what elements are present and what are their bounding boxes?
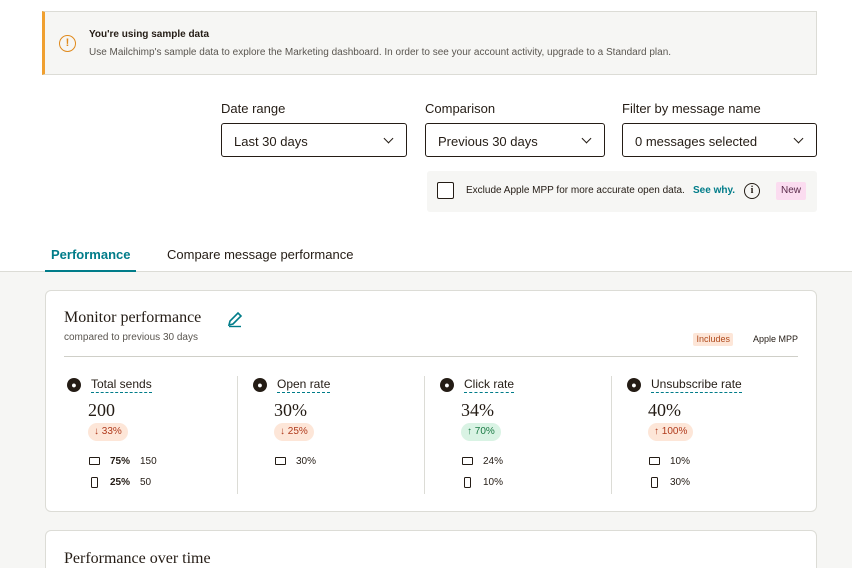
tab-compare-message-performance[interactable]: Compare message performance <box>167 247 353 262</box>
envelope-icon <box>461 457 473 466</box>
exclude-apple-mpp-panel: Exclude Apple MPP for more accurate open… <box>427 171 817 212</box>
row-count: 30% <box>670 477 691 489</box>
performance-over-time-title: Performance over time <box>64 550 211 567</box>
monitor-performance-title: Monitor performance <box>64 309 202 326</box>
tab-performance[interactable]: Performance <box>45 247 137 273</box>
metric-row: 24% <box>461 456 503 467</box>
mailchimp-icon: ● <box>440 378 454 392</box>
row-percent: 75% <box>110 456 131 467</box>
exclude-apple-mpp-text: Exclude Apple MPP for more accurate open… <box>466 185 685 196</box>
warning-circle-icon: ! <box>59 35 76 52</box>
see-why-link[interactable]: See why. <box>693 185 735 196</box>
metric-label[interactable]: Click rate <box>464 377 515 393</box>
info-icon[interactable]: i <box>744 183 760 199</box>
change-value: 70% <box>474 426 495 437</box>
envelope-icon <box>274 457 286 466</box>
date-range-filter: Date range Last 30 days <box>221 101 407 157</box>
metric-unsubscribe-rate: ● Unsubscribe rate 40% ↑ 100% 10% 30% <box>611 376 798 494</box>
metric-total-sends: ● Total sends 200 ↓ 33% 75% 150 25% 50 <box>64 376 251 494</box>
chevron-down-icon <box>581 133 592 144</box>
metric-label[interactable]: Unsubscribe rate <box>651 377 742 393</box>
banner-text: Use Mailchimp's sample data to explore t… <box>89 47 672 58</box>
chevron-down-icon <box>383 133 394 144</box>
sample-data-banner: ! You're using sample data Use Mailchimp… <box>42 11 817 75</box>
envelope-icon <box>88 457 100 466</box>
date-range-select[interactable]: Last 30 days <box>221 123 407 157</box>
row-count: 150 <box>140 456 157 467</box>
change-value: 100% <box>661 426 688 437</box>
metric-open-rate: ● Open rate 30% ↓ 25% 30% <box>237 376 424 494</box>
change-value: 25% <box>287 426 308 437</box>
date-range-value: Last 30 days <box>234 134 308 149</box>
tab-bar: Performance Compare message performance <box>0 239 852 273</box>
change-badge: ↓ 25% <box>274 423 314 441</box>
mobile-icon <box>90 477 98 488</box>
metric-value: 34% <box>461 400 494 420</box>
change-badge: ↓ 33% <box>88 423 128 441</box>
chevron-down-icon <box>793 133 804 144</box>
metric-label[interactable]: Total sends <box>91 377 152 393</box>
message-name-select[interactable]: 0 messages selected <box>622 123 817 157</box>
mailchimp-icon: ● <box>67 378 81 392</box>
change-badge: ↑ 70% <box>461 423 501 441</box>
row-count: 50 <box>140 477 152 489</box>
mailchimp-icon: ● <box>627 378 641 392</box>
message-name-label: Filter by message name <box>622 101 761 116</box>
comparison-select[interactable]: Previous 30 days <box>425 123 605 157</box>
comparison-value: Previous 30 days <box>438 134 538 149</box>
arrow-down-icon: ↓ <box>280 426 285 437</box>
new-badge: New <box>776 182 807 200</box>
row-count: 10% <box>483 477 504 489</box>
includes-badge: Includes <box>693 333 733 346</box>
mobile-icon <box>463 477 471 488</box>
metric-click-rate: ● Click rate 34% ↑ 70% 24% 10% <box>424 376 611 494</box>
comparison-filter: Comparison Previous 30 days <box>425 101 605 157</box>
envelope-icon <box>648 457 660 466</box>
metric-row: 10% <box>648 456 690 467</box>
banner-title: You're using sample data <box>89 29 209 40</box>
monitor-performance-card: Monitor performance compared to previous… <box>45 290 817 512</box>
change-badge: ↑ 100% <box>648 423 694 441</box>
mailchimp-icon: ● <box>253 378 267 392</box>
exclude-apple-mpp-checkbox[interactable] <box>437 182 454 199</box>
metric-row: 30% <box>648 477 690 488</box>
metric-row: 10% <box>461 477 503 488</box>
arrow-up-icon: ↑ <box>654 426 659 437</box>
comparison-label: Comparison <box>425 101 496 116</box>
arrow-up-icon: ↑ <box>467 426 472 437</box>
row-count: 24% <box>483 456 504 467</box>
metric-label[interactable]: Open rate <box>277 377 331 393</box>
metric-value: 40% <box>648 400 681 420</box>
row-count: 30% <box>296 456 317 467</box>
arrow-down-icon: ↓ <box>94 426 99 437</box>
row-count: 10% <box>670 456 691 467</box>
performance-over-time-card: Performance over time <box>45 530 817 568</box>
row-percent: 25% <box>110 477 131 489</box>
message-name-filter: Filter by message name 0 messages select… <box>622 101 817 157</box>
metric-row: 75% 150 <box>88 456 157 467</box>
change-value: 33% <box>101 426 122 437</box>
date-range-label: Date range <box>221 101 286 116</box>
mobile-icon <box>650 477 658 488</box>
metric-row: 30% <box>274 456 316 467</box>
apple-mpp-label: Apple MPP <box>752 334 798 344</box>
message-name-value: 0 messages selected <box>635 134 758 149</box>
monitor-performance-subtitle: compared to previous 30 days <box>64 332 198 343</box>
divider <box>64 356 798 357</box>
metric-row: 25% 50 <box>88 477 151 488</box>
metric-value: 200 <box>88 400 115 420</box>
edit-pencil-icon[interactable] <box>226 310 244 328</box>
metric-value: 30% <box>274 400 307 420</box>
